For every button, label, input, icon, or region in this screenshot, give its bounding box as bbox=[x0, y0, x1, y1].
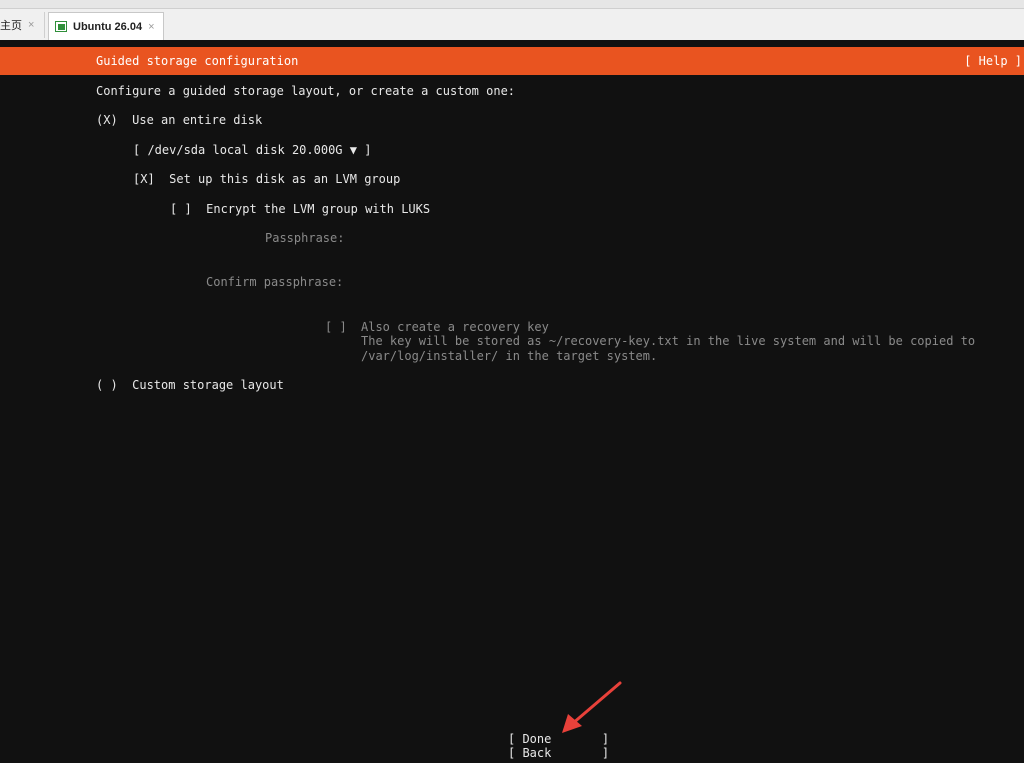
close-icon[interactable]: × bbox=[148, 21, 154, 33]
installer-terminal: Guided storage configuration [ Help ] Co… bbox=[0, 40, 1024, 763]
recovery-description: The key will be stored as ~/recovery-key… bbox=[361, 334, 976, 348]
toolbar-strip bbox=[0, 0, 1024, 9]
tab-home[interactable]: 主页 × bbox=[0, 12, 45, 38]
installer-header: Guided storage configuration [ Help ] bbox=[0, 47, 1024, 75]
encrypt-checkbox[interactable]: [ ] Encrypt the LVM group with LUKS bbox=[170, 202, 430, 217]
tab-ubuntu[interactable]: Ubuntu 26.04 × bbox=[48, 12, 164, 40]
vm-icon bbox=[55, 21, 67, 32]
browser-tab-bar: 主页 × Ubuntu 26.04 × bbox=[0, 0, 1024, 41]
recovery-label: Also create a recovery key bbox=[361, 320, 549, 334]
close-icon[interactable]: × bbox=[28, 19, 34, 31]
intro-text: Configure a guided storage layout, or cr… bbox=[96, 84, 516, 98]
recovery-checkbox[interactable]: [ ] bbox=[325, 320, 347, 335]
passphrase-label: Passphrase: bbox=[265, 231, 345, 245]
annotation-arrow-icon bbox=[562, 681, 622, 733]
page-title: Guided storage configuration bbox=[96, 54, 299, 68]
tab-ubuntu-label: Ubuntu 26.04 bbox=[73, 20, 143, 33]
custom-layout-radio[interactable]: ( ) Custom storage layout bbox=[96, 378, 284, 393]
help-button[interactable]: [ Help ] bbox=[964, 54, 1022, 68]
tab-home-label: 主页 bbox=[0, 20, 22, 32]
disk-select[interactable]: [ /dev/sda local disk 20.000G ▼ ] bbox=[133, 143, 371, 158]
entire-disk-radio[interactable]: (X) Use an entire disk bbox=[96, 113, 262, 128]
confirm-passphrase-label: Confirm passphrase: bbox=[206, 275, 344, 289]
back-button[interactable]: [ Back ] bbox=[508, 746, 609, 761]
lvm-checkbox[interactable]: [X] Set up this disk as an LVM group bbox=[133, 172, 400, 187]
recovery-description: /var/log/installer/ in the target system… bbox=[361, 349, 658, 363]
